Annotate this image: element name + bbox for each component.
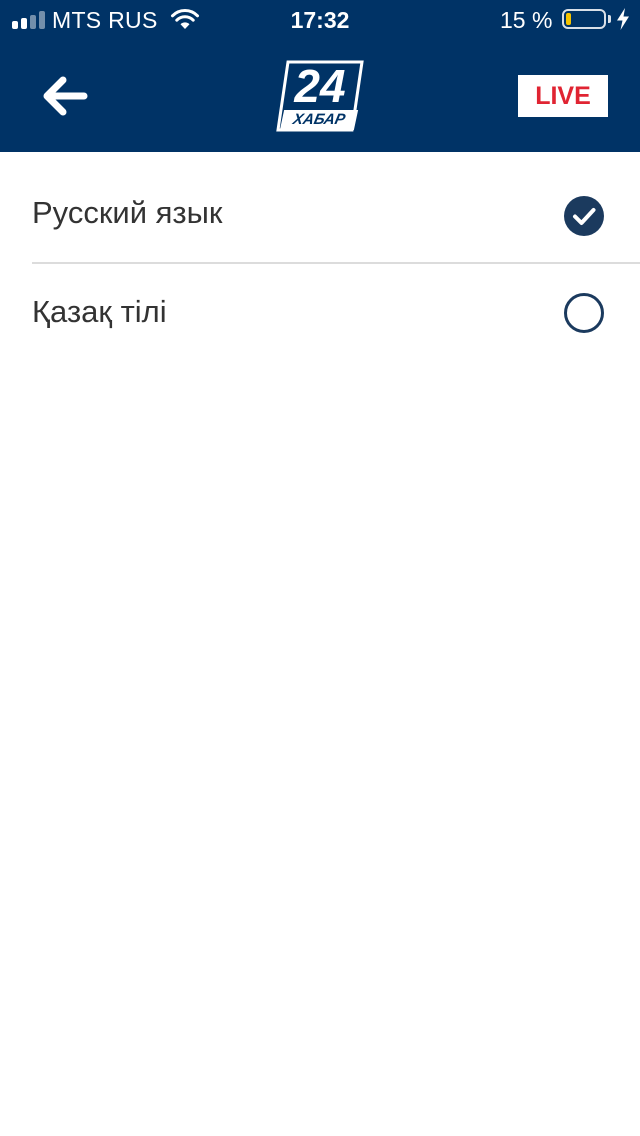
- language-label: Русский язык: [32, 195, 223, 230]
- language-label: Қазақ тілі: [32, 294, 167, 329]
- battery-percent: 15 %: [500, 7, 553, 33]
- status-bar: MTS RUS 17:32 15 %: [0, 0, 640, 40]
- app-header: MTS RUS 17:32 15 % 24 ХАБАР LIVE: [0, 0, 640, 152]
- battery-icon: [562, 9, 606, 29]
- language-option-russian[interactable]: Русский язык: [32, 165, 640, 263]
- check-circle-icon: [564, 196, 604, 236]
- back-button[interactable]: [40, 74, 90, 118]
- khabar24-logo: 24 ХАБАР: [276, 60, 364, 132]
- charging-bolt-icon: [617, 8, 629, 30]
- empty-circle-icon: [564, 293, 604, 333]
- logo-number: 24: [294, 60, 346, 112]
- logo-word: ХАБАР: [279, 110, 359, 130]
- arrow-left-icon: [43, 76, 88, 116]
- live-button[interactable]: LIVE: [518, 75, 608, 117]
- language-option-kazakh[interactable]: Қазақ тілі: [32, 264, 640, 362]
- battery-level-fill: [566, 13, 571, 25]
- battery-nub: [608, 15, 611, 23]
